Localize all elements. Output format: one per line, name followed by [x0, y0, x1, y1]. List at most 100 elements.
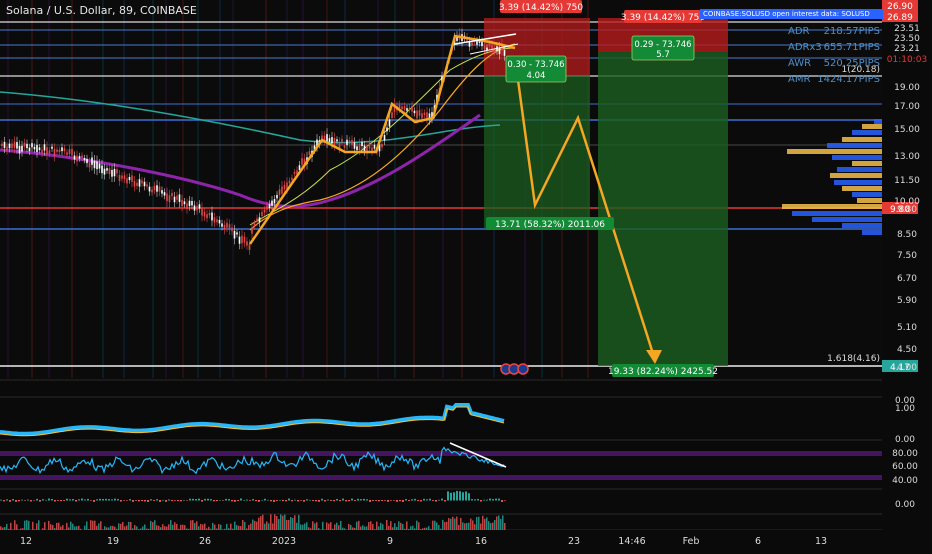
open-interest-banner[interactable]: COINBASE:SOLUSD open interest data: SOLU… — [700, 9, 883, 19]
price-badge-top-1: 26.90 — [887, 2, 913, 12]
candle-body — [341, 139, 343, 142]
indicator-tick-label: 40.00 — [892, 476, 918, 486]
macd-bar — [465, 491, 467, 500]
candle-body — [94, 161, 96, 168]
volume-bar — [178, 529, 180, 530]
macd-bar — [291, 500, 293, 501]
volume-bar — [358, 521, 360, 530]
target-right-label: 19.33 (82.24%) 2425.52 — [608, 367, 718, 377]
candle-body — [159, 186, 161, 191]
volume-bar — [2, 528, 4, 530]
volume-bar — [418, 522, 420, 530]
short-right-label: 3.39 (14.42%) 750 — [621, 13, 706, 23]
profile-bar — [830, 173, 882, 178]
short-position-right[interactable] — [598, 18, 728, 366]
candle-body — [349, 140, 351, 144]
candle-body — [136, 183, 138, 186]
pos-right-line1: 0.29 - 73.746 — [634, 40, 691, 50]
candle-body — [141, 180, 143, 183]
time-tick-label: 26 — [199, 536, 211, 547]
volume-bar — [12, 529, 14, 530]
candle-body — [129, 177, 131, 180]
volume-bar — [120, 524, 122, 530]
candle-body — [131, 175, 133, 181]
volume-bar — [200, 524, 202, 530]
volume-bar — [170, 520, 172, 530]
candle-body — [84, 158, 86, 160]
macd-bar — [195, 499, 197, 500]
macd-bar — [498, 499, 500, 501]
volume-bar — [154, 520, 156, 530]
candle-body — [226, 223, 228, 228]
macd-bar — [129, 499, 131, 500]
chart-title: Solana / U.S. Dollar, 89, COINBASE — [6, 4, 197, 17]
candle-body — [189, 201, 191, 206]
volume-bar — [462, 522, 464, 530]
volume-bar — [400, 523, 402, 530]
volume-bar — [64, 529, 66, 530]
price-tick-label: 4.50 — [897, 345, 917, 355]
candle-body — [269, 204, 271, 208]
candle-body — [134, 181, 136, 187]
volume-bar — [184, 525, 186, 530]
volume-bar — [486, 517, 488, 530]
volume-bar — [60, 527, 62, 530]
candle-body — [404, 106, 406, 110]
macd-bar — [309, 500, 311, 501]
candle-body — [281, 187, 283, 194]
volume-bar — [16, 524, 18, 530]
volume-bar — [106, 527, 108, 530]
time-tick-label: 14:46 — [618, 536, 645, 547]
candle-body — [241, 236, 243, 243]
macd-bar — [96, 499, 98, 500]
candle-body — [81, 156, 83, 158]
macd-bar — [384, 500, 386, 501]
candle-body — [49, 150, 51, 153]
stats-row: AMR1424.17PIPS — [788, 72, 880, 88]
volume-bar — [240, 526, 242, 530]
candle-body — [419, 110, 421, 116]
volume-bar — [492, 523, 494, 530]
volume-bar — [138, 529, 140, 530]
macd-bar — [327, 500, 329, 501]
price-tick-label: 5.10 — [897, 323, 917, 333]
volume-bar — [360, 527, 362, 530]
candle-body — [144, 182, 146, 186]
candle-body — [46, 147, 48, 154]
time-axis[interactable] — [0, 530, 882, 550]
candle-body — [246, 241, 248, 245]
volume-bar — [382, 524, 384, 530]
volume-bar — [38, 520, 40, 530]
macd-bar — [147, 500, 149, 502]
profile-bar — [792, 211, 882, 216]
volume-bar — [24, 521, 26, 530]
volume-bar — [218, 524, 220, 530]
volume-bar — [464, 523, 466, 530]
macd-bar — [315, 500, 317, 501]
volume-bar — [58, 523, 60, 530]
volume-bar — [500, 519, 502, 530]
event-icons[interactable] — [501, 364, 528, 374]
macd-bar — [366, 499, 368, 500]
candle-body — [346, 140, 348, 145]
volume-bar — [148, 529, 150, 530]
volume-bar — [156, 525, 158, 530]
volume-bar — [118, 523, 120, 530]
macd-bar — [225, 499, 227, 501]
macd-bar — [495, 499, 497, 501]
candle-body — [239, 237, 241, 244]
macd-bar — [321, 499, 323, 501]
macd-bar — [132, 500, 134, 502]
macd-bar — [45, 500, 47, 501]
volume-bar — [122, 522, 124, 530]
volume-bar — [466, 523, 468, 530]
candle-body — [421, 113, 423, 118]
macd-bar — [102, 499, 104, 501]
candle-body — [356, 146, 358, 150]
macd-bar — [216, 500, 218, 501]
candle-body — [44, 144, 46, 150]
candle-body — [196, 206, 198, 210]
volume-bar — [198, 526, 200, 530]
volume-bar — [204, 524, 206, 530]
macd-bar — [417, 500, 419, 501]
